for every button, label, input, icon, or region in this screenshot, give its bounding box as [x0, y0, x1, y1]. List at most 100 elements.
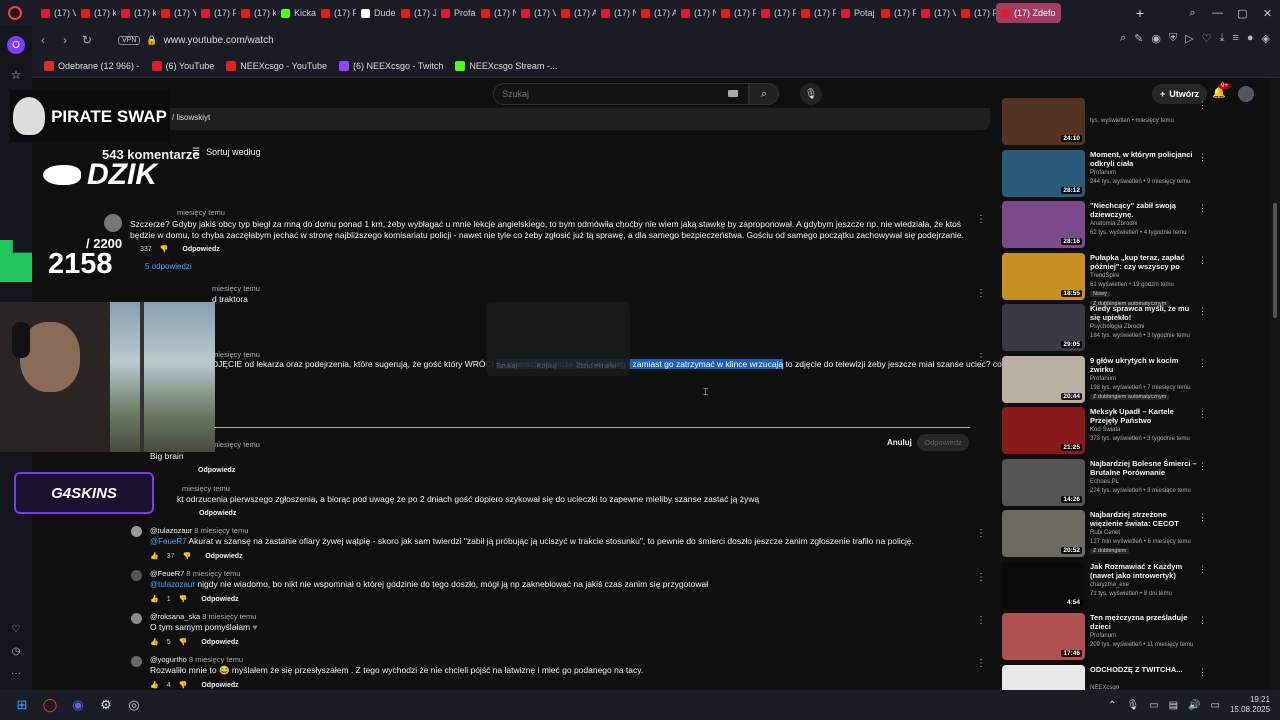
close-window-button[interactable]: ✕ [1255, 7, 1280, 20]
discord-icon[interactable]: ◉ [64, 690, 92, 720]
reply-button[interactable]: Odpowiedz [201, 596, 238, 603]
mention-link[interactable]: @tulazozaur [150, 580, 195, 589]
opera-logo-icon[interactable] [8, 6, 22, 20]
like-icon[interactable]: 👍 [150, 595, 159, 603]
maximize-button[interactable]: ▢ [1230, 7, 1255, 20]
battery-icon[interactable]: ▭ [1211, 700, 1220, 711]
url-field[interactable]: www.youtube.com/watch [164, 35, 274, 46]
video-title[interactable]: ODCHODZĘ Z TWITCHA... [1090, 665, 1198, 674]
video-thumbnail[interactable]: 18:55 [1002, 252, 1085, 300]
video-thumbnail[interactable]: 20:52 [1002, 510, 1085, 557]
vpn-badge[interactable]: VPN [118, 35, 141, 45]
browser-tab[interactable]: (17) Zdefo [996, 3, 1061, 23]
browser-tab[interactable]: (17) Y [156, 3, 196, 23]
play-icon[interactable]: ▷ [1185, 32, 1193, 45]
avatar[interactable] [131, 526, 142, 537]
more-options-icon[interactable]: ⋮ [1198, 461, 1207, 472]
context-screenshot[interactable]: Zrzut ekranu [576, 363, 615, 370]
dislike-icon[interactable]: 👎 [179, 595, 188, 603]
browser-tab[interactable]: (17) P [796, 3, 836, 23]
bookmark-item[interactable]: NEEXcsgo Stream -... [455, 60, 557, 71]
dislike-icon[interactable]: 👎 [179, 681, 188, 689]
more-options-icon[interactable]: ⋮ [976, 658, 986, 669]
related-video[interactable]: 14:26 Najbardziej Bolesne Śmierci – Bruta… [1002, 458, 1212, 509]
video-channel[interactable]: Profanum [1090, 633, 1116, 639]
video-thumbnail[interactable]: 17:46 [1002, 613, 1085, 660]
bookmark-item[interactable]: Odebrane (12 966) - [44, 60, 140, 71]
browser-tab[interactable]: (17) k [76, 3, 116, 23]
more-options-icon[interactable]: ⋮ [976, 352, 986, 363]
video-thumbnail[interactable]: 29:05 [1002, 304, 1085, 351]
related-video[interactable]: 17:46 Ten mężczyzna prześladuje dzieci Pro… [1002, 613, 1212, 663]
video-channel[interactable]: Anatomia Zbrodni [1090, 221, 1137, 227]
search-box[interactable] [493, 83, 749, 105]
video-channel[interactable]: Profanum [1090, 376, 1116, 382]
camera-icon[interactable]: ◉ [1151, 32, 1161, 45]
related-video[interactable]: 29:05 Kiedy sprawca myśli, że mu się upie… [1002, 304, 1212, 354]
browser-tab[interactable]: (17) N [596, 3, 636, 23]
search-icon[interactable]: ⌕ [1120, 32, 1126, 45]
comment-author[interactable]: @FeueR7 8 miesięcy temu [150, 569, 241, 578]
more-options-icon[interactable]: ⋮ [976, 288, 986, 299]
related-video[interactable]: 24:10 tys. wyświetleń • miesięcy temu ⋮ [1002, 98, 1212, 148]
reply-button[interactable]: Odpowiedz [205, 553, 242, 560]
menu-icon[interactable]: ≡ [1232, 32, 1238, 45]
video-channel[interactable]: Echoes PL [1090, 479, 1119, 485]
related-video[interactable]: 28:12 Moment, w którym policjanci odkryli… [1002, 149, 1212, 200]
more-options-icon[interactable]: ⋮ [1198, 358, 1207, 369]
mention-link[interactable]: @FeueR7 [150, 537, 187, 546]
chat-icon[interactable]: ▭ [1149, 700, 1158, 711]
search-input[interactable] [494, 89, 714, 99]
browser-tab[interactable]: (17) P [196, 3, 236, 23]
browser-tab[interactable]: (17) A [636, 3, 676, 23]
related-video[interactable]: 21:25 Meksyk Upadł – Kartele Przejęły Pań… [1002, 407, 1212, 457]
related-video[interactable]: 20:44 9 głów ukrytych w kocim żwirku Profa… [1002, 355, 1212, 406]
clock[interactable]: 19:21 15.08.2025 [1230, 695, 1270, 715]
more-options-icon[interactable]: ⋮ [1198, 667, 1207, 678]
related-video[interactable]: 18:55 Pułapka „kup teraz, zapłać później"… [1002, 252, 1212, 307]
browser-tab[interactable]: (17) F [876, 3, 916, 23]
video-thumbnail[interactable]: 4:54 [1002, 561, 1085, 609]
keyboard-icon[interactable] [728, 90, 738, 97]
bookmark-item[interactable]: NEEXcsgo - YouTube [226, 60, 327, 71]
reload-icon[interactable]: ↻ [76, 33, 98, 47]
forward-arrow-icon[interactable]: › [54, 33, 76, 47]
history-icon[interactable]: ◷ [0, 640, 32, 662]
video-thumbnail[interactable]: 20:44 [1002, 355, 1085, 403]
video-thumbnail[interactable]: 24:10 [1002, 98, 1085, 145]
like-icon[interactable]: 👍 [150, 681, 159, 689]
video-title[interactable]: Pułapka „kup teraz, zapłać później": czy… [1090, 253, 1198, 271]
obs-icon[interactable]: ◎ [120, 690, 148, 720]
browser-tab[interactable]: (17) P [956, 3, 996, 23]
volume-icon[interactable]: 🔊 [1188, 700, 1200, 711]
shield-icon[interactable]: ⛨ [1169, 32, 1177, 45]
profile-icon[interactable]: ● [1247, 32, 1254, 45]
video-thumbnail[interactable]: 14:26 [1002, 458, 1085, 506]
browser-tab[interactable]: (17) k [236, 3, 276, 23]
video-thumbnail[interactable] [1002, 664, 1085, 690]
video-title[interactable]: Ten mężczyzna prześladuje dzieci [1090, 613, 1198, 631]
related-video[interactable]: 20:52 Najbardziej strzeżone więzienie świ… [1002, 510, 1212, 560]
comment-author[interactable]: @tulazozaur 8 miesięcy temu [150, 526, 249, 535]
avatar[interactable] [131, 656, 142, 667]
reply-button[interactable]: Odpowiedz [201, 682, 238, 689]
browser-tab[interactable]: (17) J [396, 3, 436, 23]
heart-icon[interactable]: ♡ [1202, 32, 1212, 45]
browser-tab[interactable]: (17) A [556, 3, 596, 23]
browser-tab[interactable]: (17) N [676, 3, 716, 23]
back-arrow-icon[interactable]: ‹ [32, 33, 54, 47]
browser-tab[interactable]: (17) V [916, 3, 956, 23]
more-options-icon[interactable]: ⋮ [976, 528, 986, 539]
like-icon[interactable]: 👍 [150, 552, 159, 560]
user-avatar[interactable] [1238, 86, 1254, 102]
edit-icon[interactable]: ✎ [1134, 32, 1143, 45]
ai-icon[interactable]: ◈ [1262, 32, 1270, 45]
video-channel[interactable]: charyzma_exe [1090, 582, 1129, 588]
browser-tab[interactable]: (17) V [36, 3, 76, 23]
more-options-icon[interactable]: ⋮ [976, 615, 986, 626]
video-title[interactable]: Meksyk Upadł – Kartele Przejęły Państwo [1090, 407, 1198, 425]
related-video[interactable]: ODCHODZĘ Z TWITCHA...NEEXcsgo66 tys. wyś… [1002, 664, 1212, 690]
opera-taskbar-icon[interactable]: ◯ [36, 690, 64, 720]
more-options-icon[interactable]: ⋮ [976, 214, 986, 225]
video-channel[interactable]: TrendSpire [1090, 273, 1119, 279]
